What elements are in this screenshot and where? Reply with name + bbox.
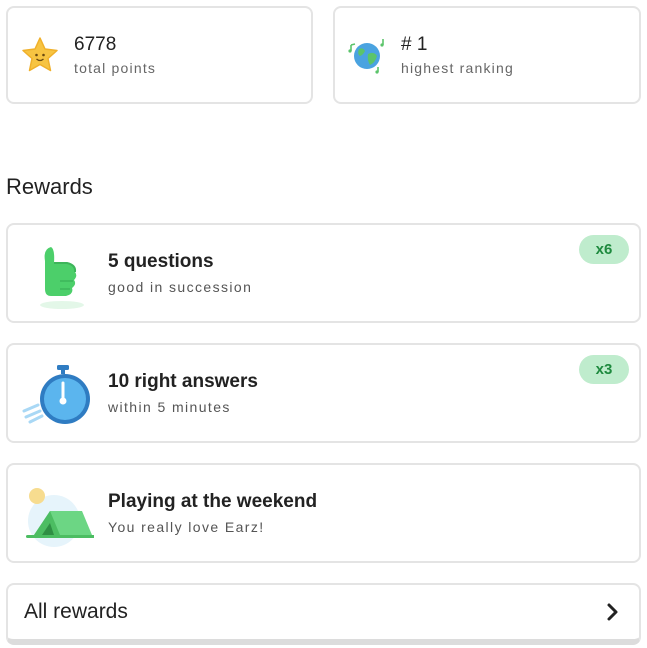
reward-card-playing-weekend[interactable]: Playing at the weekend You really love E… — [6, 463, 641, 563]
reward-title: 5 questions — [108, 251, 214, 272]
total-points-card: 6778 total points — [6, 6, 313, 104]
total-points-label: total points — [74, 60, 157, 76]
stopwatch-icon — [20, 359, 92, 431]
reward-subtitle: good in succession — [108, 279, 253, 295]
chevron-right-icon — [605, 602, 621, 622]
thumbs-up-icon — [20, 239, 92, 311]
reward-count-badge: x3 — [579, 355, 629, 384]
highest-ranking-label: highest ranking — [401, 60, 514, 76]
reward-subtitle: You really love Earz! — [108, 519, 265, 535]
star-icon — [20, 35, 60, 75]
reward-card-10-right-answers[interactable]: 10 right answers within 5 minutes x3 — [6, 343, 641, 443]
reward-subtitle: within 5 minutes — [108, 399, 231, 415]
highest-ranking-card: # 1 highest ranking — [333, 6, 641, 104]
reward-title: 10 right answers — [108, 371, 258, 392]
tent-icon — [20, 479, 96, 551]
globe-music-icon — [347, 35, 387, 75]
reward-card-5-questions[interactable]: 5 questions good in succession x6 — [6, 223, 641, 323]
rewards-title: Rewards — [6, 174, 93, 199]
all-rewards-label: All rewards — [24, 600, 128, 623]
highest-ranking-value: # 1 — [401, 34, 428, 55]
all-rewards-button[interactable]: All rewards — [6, 583, 641, 645]
total-points-value: 6778 — [74, 34, 117, 55]
reward-title: Playing at the weekend — [108, 491, 318, 512]
reward-count-badge: x6 — [579, 235, 629, 264]
